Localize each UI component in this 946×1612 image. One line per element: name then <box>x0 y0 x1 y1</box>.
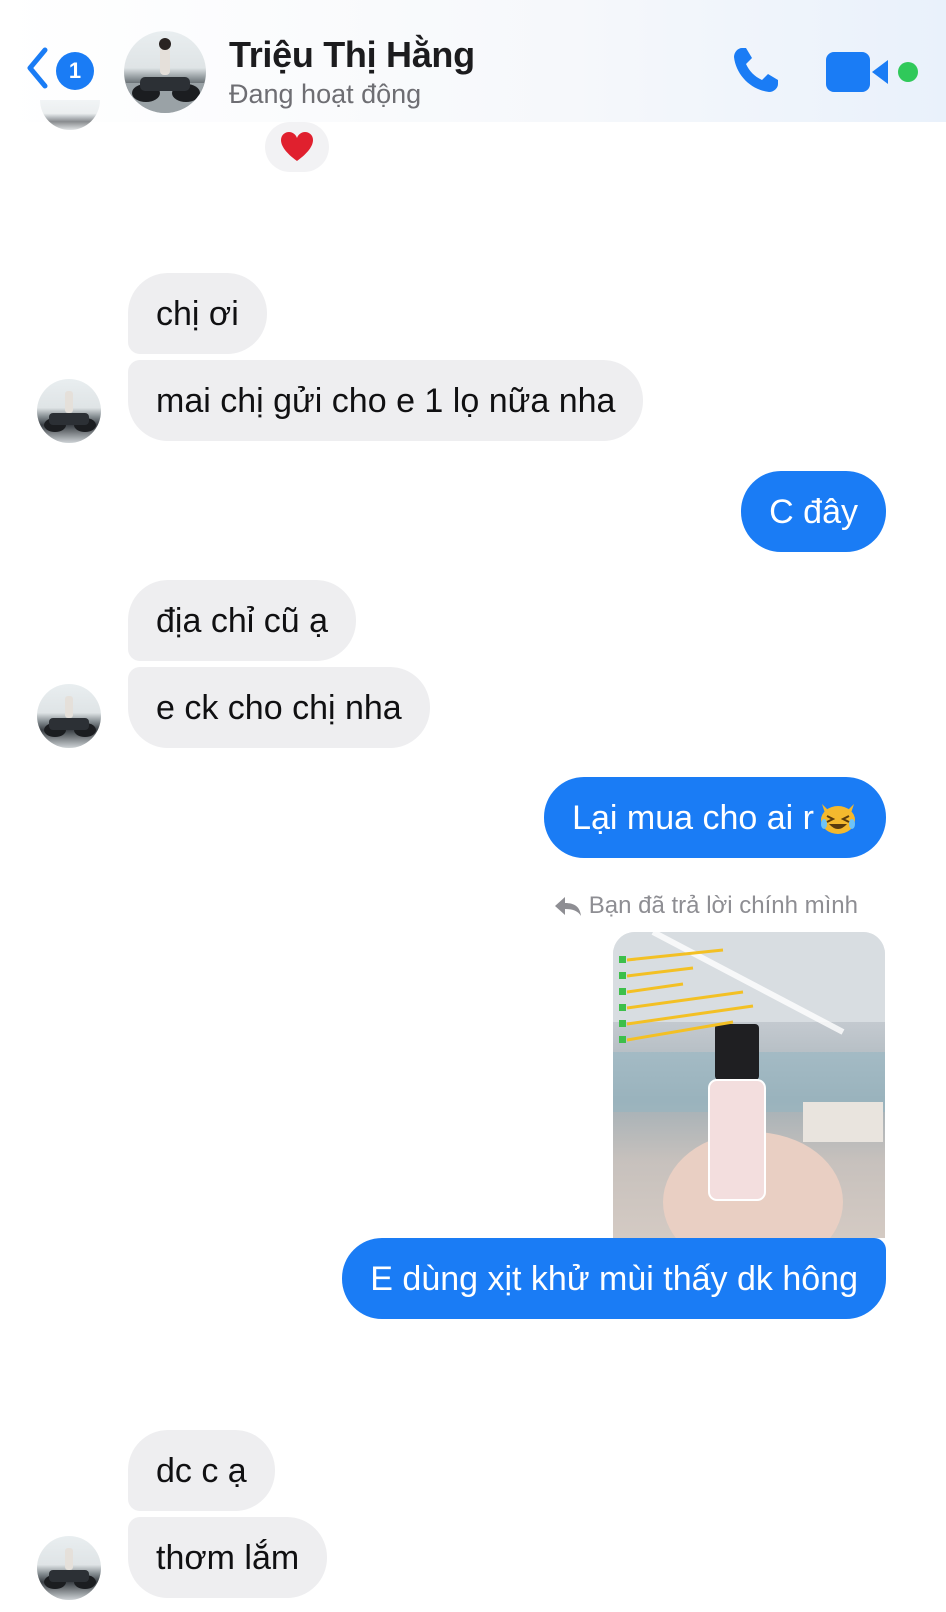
reply-note: Bạn đã trả lời chính mình <box>553 892 858 920</box>
laughing-cat-emoji <box>821 803 855 834</box>
online-indicator <box>898 62 918 82</box>
sent-message-bubble[interactable]: Lại mua cho ai r <box>544 777 886 858</box>
contact-name: Triệu Thị Hằng <box>229 34 475 75</box>
received-message-bubble[interactable]: địa chỉ cũ ạ <box>128 580 356 661</box>
reply-arrow-icon <box>554 897 581 916</box>
contact-avatar-small[interactable] <box>37 1536 101 1600</box>
received-message-bubble[interactable]: chị ơi <box>128 273 267 354</box>
product-photo-image <box>613 932 885 1238</box>
video-camera-icon[interactable] <box>826 52 896 92</box>
message-reaction[interactable] <box>265 122 329 172</box>
contact-avatar-small <box>40 100 100 130</box>
unread-count-badge[interactable]: 1 <box>56 52 94 90</box>
received-message-bubble[interactable]: mai chị gửi cho e 1 lọ nữa nha <box>128 360 644 441</box>
sent-message-bubble[interactable]: E dùng xịt khử mùi thấy dk hông <box>342 1238 886 1319</box>
active-status: Đang hoạt động <box>229 79 422 109</box>
sent-message-bubble[interactable]: C đây <box>741 471 886 552</box>
replied-photo[interactable] <box>613 932 885 1238</box>
phone-icon[interactable] <box>728 42 784 98</box>
received-message-bubble[interactable]: thơm lắm <box>128 1517 328 1598</box>
contact-avatar[interactable] <box>124 31 206 113</box>
chat-header: 1 Triệu Thị Hằng Đang hoạt động <box>0 0 946 122</box>
message-text: Lại mua cho ai r <box>572 798 814 837</box>
received-message-bubble[interactable]: e ck cho chị nha <box>128 667 430 748</box>
back-chevron-icon[interactable] <box>26 46 48 90</box>
contact-avatar-small[interactable] <box>37 684 101 748</box>
received-message-bubble[interactable]: dc c ạ <box>128 1430 275 1511</box>
contact-avatar-small[interactable] <box>37 379 101 443</box>
heart-icon <box>281 132 313 161</box>
